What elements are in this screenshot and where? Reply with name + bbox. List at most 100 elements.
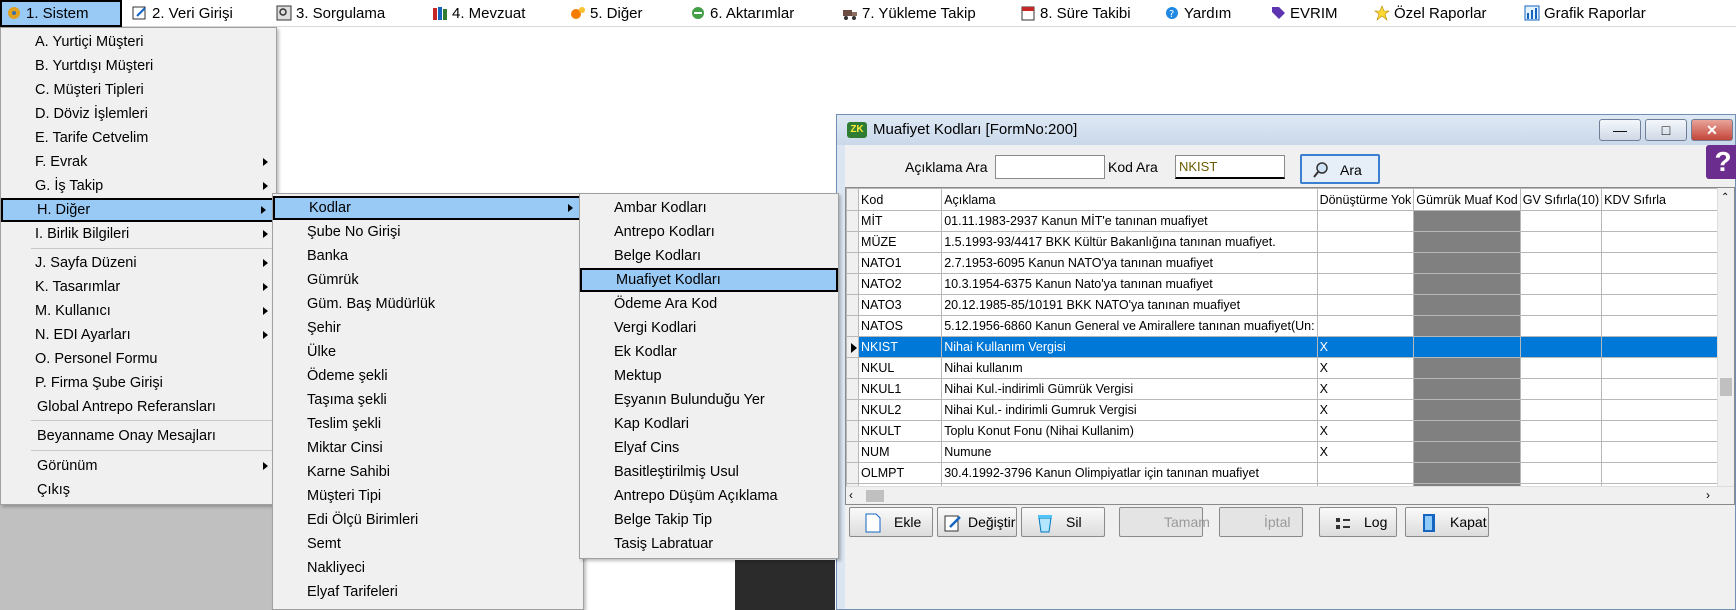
cell-donusturme-yok[interactable]: X: [1316, 420, 1415, 442]
cell-gumruk-muaf-kod[interactable]: [1413, 336, 1521, 358]
cell-donusturme-yok[interactable]: X: [1316, 336, 1415, 358]
cell-aciklama[interactable]: Numune: [941, 441, 1318, 463]
maximize-button[interactable]: □: [1645, 119, 1687, 141]
window-titlebar[interactable]: ZK Muafiyet Kodları [FormNo:200] — □ ✕: [837, 115, 1735, 145]
kodlar-menu-item-muafiyet-kodlari[interactable]: Muafiyet Kodları: [580, 268, 838, 292]
kodlar-menu-item-belge-takip-tip[interactable]: Belge Takip Tip: [580, 508, 838, 532]
diger-menu-item-gumruk[interactable]: Gümrük: [273, 268, 583, 292]
menu-yardim[interactable]: ? Yardım: [1160, 0, 1231, 27]
cell-gumruk-muaf-kod[interactable]: [1413, 315, 1521, 337]
cell-donusturme-yok[interactable]: [1316, 231, 1415, 253]
horizontal-scroll-thumb[interactable]: [866, 490, 884, 502]
close-button[interactable]: ✕: [1691, 119, 1733, 141]
ekle-button[interactable]: Ekle: [849, 507, 933, 537]
cell-donusturme-yok[interactable]: [1316, 294, 1415, 316]
cell-kdv-sifirla[interactable]: [1601, 231, 1734, 253]
cell-kdv-sifirla[interactable]: [1601, 357, 1734, 379]
cell-donusturme-yok[interactable]: [1316, 462, 1415, 484]
cell-gumruk-muaf-kod[interactable]: [1413, 210, 1521, 232]
cell-kod[interactable]: NKUL: [858, 357, 943, 379]
cell-kdv-sifirla[interactable]: [1601, 378, 1734, 400]
cell-kod[interactable]: NKIST: [858, 336, 943, 358]
sistem-menu-item-tarife-cetvelim[interactable]: E. Tarife Cetvelim: [1, 126, 276, 150]
sistem-menu-item-global-antrepo-referanslari[interactable]: Global Antrepo Referansları: [1, 395, 276, 419]
diger-menu-item-odeme-sekli[interactable]: Ödeme şekli: [273, 364, 583, 388]
cell-kdv-sifirla[interactable]: [1601, 273, 1734, 295]
cell-donusturme-yok[interactable]: X: [1316, 378, 1415, 400]
cell-aciklama[interactable]: Nihai Kul.-indirimli Gümrük Vergisi: [941, 378, 1318, 400]
ara-button[interactable]: Ara: [1300, 154, 1380, 184]
diger-menu-item-gum-bas-mudurluk[interactable]: Güm. Baş Müdürlük: [273, 292, 583, 316]
scroll-up-icon[interactable]: ⌃: [1721, 192, 1729, 203]
table-row[interactable]: OLMPT 30.4.1992-3796 Kanun Olimpiyatlar i…: [846, 462, 1734, 484]
sistem-menu-item-yurtici-musteri[interactable]: A. Yurtiçi Müşteri: [1, 30, 276, 54]
sistem-menu-item-cikis[interactable]: Çıkış: [1, 478, 276, 502]
cell-kdv-sifirla[interactable]: [1601, 252, 1734, 274]
cell-kod[interactable]: MİT: [858, 210, 943, 232]
cell-gumruk-muaf-kod[interactable]: [1413, 252, 1521, 274]
cell-gv-sifirla[interactable]: [1519, 441, 1603, 463]
diger-menu-item-karne-sahibi[interactable]: Karne Sahibi: [273, 460, 583, 484]
cell-gv-sifirla[interactable]: [1519, 315, 1603, 337]
table-row[interactable]: NKIST Nihai Kullanım Vergisi X: [846, 336, 1734, 358]
kodlar-menu-item-ek-kodlar[interactable]: Ek Kodlar: [580, 340, 838, 364]
column-header-kod[interactable]: Kod: [858, 188, 943, 211]
cell-gv-sifirla[interactable]: [1519, 399, 1603, 421]
kapat-button[interactable]: Kapat: [1405, 507, 1489, 537]
menu-yukleme-takip[interactable]: 7. Yükleme Takip: [838, 0, 976, 27]
column-header-gumruk-muaf-kod[interactable]: Gümrük Muaf Kod: [1413, 188, 1521, 211]
sistem-menu-item-edi-ayarlari[interactable]: N. EDI Ayarları: [1, 323, 276, 347]
vertical-scrollbar[interactable]: ⌃: [1717, 188, 1734, 486]
diger-menu-item-kodlar[interactable]: Kodlar: [273, 196, 583, 220]
diger-menu-item-banka[interactable]: Banka: [273, 244, 583, 268]
kodlar-menu-item-kap-kodlari[interactable]: Kap Kodlari: [580, 412, 838, 436]
cell-gumruk-muaf-kod[interactable]: [1413, 441, 1521, 463]
diger-menu-item-edi-olcu-birimleri[interactable]: Edi Ölçü Birimleri: [273, 508, 583, 532]
muafiyet-grid[interactable]: Kod Açıklama Dönüştürme Yok Gümrük Muaf …: [845, 187, 1735, 505]
table-row[interactable]: NATOS 5.12.1956-6860 Kanun General ve Ami…: [846, 315, 1734, 337]
kodlar-menu-item-basitlestirilmis-usul[interactable]: Basitleştirilmiş Usul: [580, 460, 838, 484]
cell-gv-sifirla[interactable]: [1519, 273, 1603, 295]
sistem-menu-item-diger[interactable]: H. Diğer: [1, 198, 276, 222]
column-header-aciklama[interactable]: Açıklama: [941, 188, 1318, 211]
diger-menu-item-teslim-sekli[interactable]: Teslim şekli: [273, 412, 583, 436]
cell-gumruk-muaf-kod[interactable]: [1413, 378, 1521, 400]
diger-menu-item-sube-no-girisi[interactable]: Şube No Girişi: [273, 220, 583, 244]
cell-kod[interactable]: NKULT: [858, 420, 943, 442]
diger-menu-item-musteri-tipi[interactable]: Müşteri Tipi: [273, 484, 583, 508]
diger-menu-item-ulke[interactable]: Ülke: [273, 340, 583, 364]
menu-veri-girisi[interactable]: 2. Veri Girişi: [128, 0, 233, 27]
cell-gv-sifirla[interactable]: [1519, 462, 1603, 484]
cell-gumruk-muaf-kod[interactable]: [1413, 273, 1521, 295]
column-header-kdv-sifirla[interactable]: KDV Sıfırla: [1601, 188, 1734, 211]
cell-kdv-sifirla[interactable]: [1601, 210, 1734, 232]
cell-aciklama[interactable]: 30.4.1992-3796 Kanun Olimpiyatlar için t…: [941, 462, 1318, 484]
horizontal-scrollbar[interactable]: ‹ ›: [846, 486, 1734, 504]
diger-menu-item-semt[interactable]: Semt: [273, 532, 583, 556]
cell-aciklama[interactable]: 5.12.1956-6860 Kanun General ve Amiralle…: [941, 315, 1318, 337]
sistem-menu-item-birlik-bilgileri[interactable]: I. Birlik Bilgileri: [1, 222, 276, 246]
table-row[interactable]: NATO3 20.12.1985-85/10191 BKK NATO'ya tan…: [846, 294, 1734, 316]
diger-menu-item-miktar-cinsi[interactable]: Miktar Cinsi: [273, 436, 583, 460]
diger-menu-item-elyaf-tarifeleri[interactable]: Elyaf Tarifeleri: [273, 580, 583, 604]
menu-grafik-raporlar[interactable]: Grafik Raporlar: [1520, 0, 1646, 27]
cell-donusturme-yok[interactable]: [1316, 210, 1415, 232]
cell-aciklama[interactable]: 1.5.1993-93/4417 BKK Kültür Bakanlığına …: [941, 231, 1318, 253]
cell-donusturme-yok[interactable]: [1316, 273, 1415, 295]
menu-sorgulama[interactable]: 3. Sorgulama: [272, 0, 385, 27]
menu-evrim[interactable]: EVRIM: [1266, 0, 1338, 27]
cell-gumruk-muaf-kod[interactable]: [1413, 420, 1521, 442]
table-row[interactable]: NATO2 10.3.1954-6375 Kanun Nato'ya tanına…: [846, 273, 1734, 295]
sistem-menu-item-gorunum[interactable]: Görünüm: [1, 454, 276, 478]
cell-kod[interactable]: NKUL1: [858, 378, 943, 400]
cell-kdv-sifirla[interactable]: [1601, 420, 1734, 442]
cell-gv-sifirla[interactable]: [1519, 210, 1603, 232]
cell-gv-sifirla[interactable]: [1519, 420, 1603, 442]
menu-sistem[interactable]: 1. Sistem: [0, 0, 122, 27]
cell-kdv-sifirla[interactable]: [1601, 462, 1734, 484]
cell-gumruk-muaf-kod[interactable]: [1413, 462, 1521, 484]
table-row[interactable]: NKUL Nihai kullanım X: [846, 357, 1734, 379]
cell-gv-sifirla[interactable]: [1519, 357, 1603, 379]
sistem-menu-item-musteri-tipleri[interactable]: C. Müşteri Tipleri: [1, 78, 276, 102]
vertical-scroll-thumb[interactable]: [1720, 378, 1732, 396]
